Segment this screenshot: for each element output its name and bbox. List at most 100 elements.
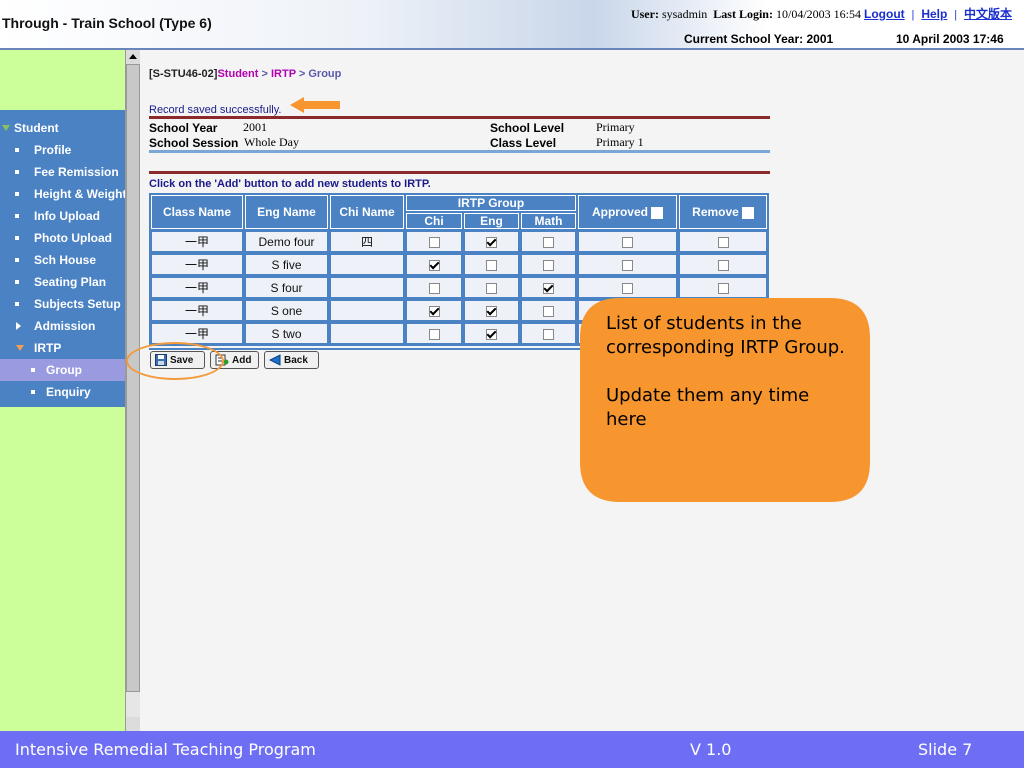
- breadcrumb-student[interactable]: Student: [217, 68, 258, 80]
- chi-group-checkbox[interactable]: [428, 259, 440, 271]
- sidebar-item-fee-remission[interactable]: Fee Remission: [0, 161, 125, 183]
- breadcrumb-group: Group: [308, 68, 342, 80]
- eng-group-checkbox[interactable]: [486, 259, 497, 271]
- math-group-checkbox[interactable]: [543, 259, 554, 271]
- approved-checkbox[interactable]: [622, 259, 633, 271]
- sidebar-subitem-group[interactable]: Group: [0, 359, 125, 381]
- col-chi-name: Chi Name: [330, 195, 404, 229]
- last-login-label: Last Login:: [713, 7, 773, 21]
- footer-slide-number: Slide 7: [918, 740, 973, 759]
- col-remove: Remove: [679, 195, 767, 229]
- remove-all-checkbox[interactable]: [741, 206, 754, 219]
- sidebar-item-photo-upload[interactable]: Photo Upload: [0, 227, 125, 249]
- math-group-checkbox[interactable]: [543, 282, 554, 294]
- logout-link[interactable]: Logout: [864, 7, 905, 21]
- remove-checkbox[interactable]: [717, 282, 729, 294]
- bullet-icon: [31, 368, 35, 372]
- col-eng-name: Eng Name: [245, 195, 328, 229]
- eng-group-cell: [464, 277, 519, 298]
- sidebar-item-irtp[interactable]: IRTP: [0, 337, 125, 359]
- sidebar-item-height-weight[interactable]: Height & Weight: [0, 183, 125, 205]
- collapsed-arrow-icon: [16, 322, 21, 330]
- sidebar-item-profile[interactable]: Profile: [0, 139, 125, 161]
- bullet-icon: [15, 148, 19, 152]
- scroll-down-button[interactable]: [126, 717, 140, 731]
- remove-checkbox[interactable]: [717, 236, 729, 248]
- app-header: Through - Train School (Type 6) User: sy…: [0, 0, 1024, 50]
- remove-checkbox[interactable]: [717, 259, 729, 271]
- chi-name-cell: [330, 300, 404, 321]
- info-top-divider: [149, 116, 770, 119]
- chi-group-checkbox[interactable]: [428, 236, 440, 248]
- chi-group-cell: [406, 300, 462, 321]
- eng-group-cell: [464, 254, 519, 275]
- pointer-arrow-icon: [290, 97, 340, 113]
- bullet-icon: [15, 170, 19, 174]
- vertical-scrollbar[interactable]: [125, 50, 140, 731]
- col-math: Math: [521, 213, 576, 229]
- math-group-checkbox[interactable]: [543, 305, 554, 317]
- school-year-label: School Year: [149, 121, 218, 135]
- bullet-icon: [15, 236, 19, 240]
- eng-name-cell: S two: [245, 323, 328, 344]
- chinese-version-link[interactable]: 中文版本: [964, 7, 1012, 21]
- approved-checkbox[interactable]: [622, 236, 633, 248]
- eng-name-cell: Demo four: [245, 231, 328, 252]
- sidebar-item-info-upload[interactable]: Info Upload: [0, 205, 125, 227]
- sidebar-subitem-enquiry[interactable]: Enquiry: [0, 381, 125, 403]
- chi-group-cell: [406, 323, 462, 344]
- add-button-label: Add: [232, 354, 252, 366]
- sidebar-section-student[interactable]: Student: [0, 117, 125, 139]
- sidebar-item-sch-house[interactable]: Sch House: [0, 249, 125, 271]
- chi-group-checkbox[interactable]: [428, 328, 440, 340]
- sidebar-filler: [0, 407, 125, 731]
- bullet-icon: [15, 214, 19, 218]
- sidebar-item-subjects-setup[interactable]: Subjects Setup: [0, 293, 125, 315]
- school-year-value: 2001: [243, 120, 267, 134]
- chi-group-checkbox[interactable]: [428, 305, 440, 317]
- help-link[interactable]: Help: [921, 7, 947, 21]
- sidebar-item-label: Height & Weight: [34, 187, 125, 201]
- sidebar-item-label: IRTP: [34, 341, 62, 355]
- eng-group-checkbox[interactable]: [486, 282, 497, 294]
- sidebar-item-admission[interactable]: Admission: [0, 315, 125, 337]
- back-button-label: Back: [284, 354, 308, 366]
- remove-cell: [679, 231, 767, 252]
- col-irtp-group: IRTP Group: [406, 195, 576, 211]
- chi-group-cell: [406, 254, 462, 275]
- math-group-checkbox[interactable]: [543, 236, 554, 248]
- eng-name-cell: S one: [245, 300, 328, 321]
- last-login-value: 10/04/2003 16:54: [775, 7, 861, 21]
- col-chi: Chi: [406, 213, 462, 229]
- eng-group-checkbox[interactable]: [486, 236, 497, 248]
- footer-program-name: Intensive Remedial Teaching Program: [15, 740, 316, 759]
- chi-name-cell: [330, 277, 404, 298]
- scroll-thumb[interactable]: [126, 64, 140, 692]
- approved-header-label: Approved: [591, 205, 648, 219]
- table-row: 一甲 S four: [151, 277, 767, 298]
- chi-name-cell: 四: [330, 231, 404, 252]
- sidebar-nav: Student Profile Fee Remission Height & W…: [0, 110, 125, 407]
- sidebar-item-label: Sch House: [34, 253, 97, 267]
- sidebar-item-seating-plan[interactable]: Seating Plan: [0, 271, 125, 293]
- approved-checkbox[interactable]: [622, 282, 633, 294]
- math-group-cell: [521, 254, 576, 275]
- school-session-value: Whole Day: [244, 135, 299, 149]
- sidebar-item-label: Subjects Setup: [34, 297, 121, 311]
- remove-header-label: Remove: [692, 205, 739, 219]
- scroll-up-icon[interactable]: [126, 50, 140, 64]
- approve-all-checkbox[interactable]: [651, 206, 663, 219]
- user-label: User:: [630, 7, 659, 21]
- back-button[interactable]: Back: [264, 351, 319, 369]
- chi-group-checkbox[interactable]: [428, 282, 440, 294]
- math-group-checkbox[interactable]: [543, 328, 554, 340]
- chi-name-cell: [330, 323, 404, 344]
- breadcrumb-irtp[interactable]: IRTP: [271, 68, 296, 80]
- table-row: 一甲 Demo four 四: [151, 231, 767, 252]
- school-session-label: School Session: [149, 136, 239, 150]
- eng-group-checkbox[interactable]: [486, 305, 497, 317]
- eng-group-checkbox[interactable]: [486, 328, 497, 340]
- chi-name-cell: [330, 254, 404, 275]
- math-group-cell: [521, 277, 576, 298]
- save-success-message: Record saved successfully.: [149, 104, 282, 116]
